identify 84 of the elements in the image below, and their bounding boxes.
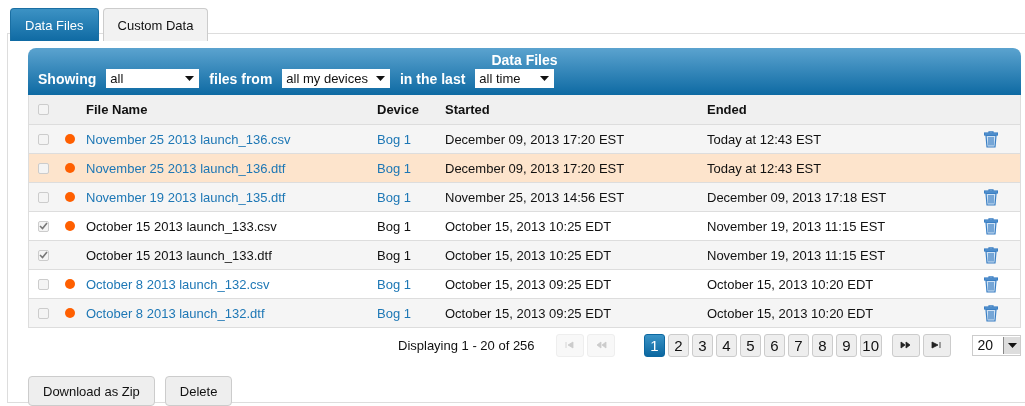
- table-cell-text: Today at 12:43 EST: [707, 160, 823, 176]
- table-cell-text: November 25, 2013 14:56 EST: [445, 189, 626, 205]
- page-button[interactable]: 10: [859, 333, 882, 357]
- device-link[interactable]: Bog 1: [377, 305, 445, 321]
- checkbox[interactable]: [38, 191, 49, 203]
- file-link[interactable]: October 8 2013 launch_132.dtf: [86, 305, 377, 321]
- checkbox[interactable]: [38, 278, 49, 290]
- last-page-button[interactable]: [923, 333, 952, 357]
- column-header: Device: [377, 102, 420, 117]
- table-row[interactable]: November 25 2013 launch_136.dtf Bog 1 December 09, 2013 17:20 EST Today at 12:43 EST: [29, 153, 1020, 182]
- column-header: File Name: [86, 102, 149, 117]
- table-cell-text: December 09, 2013 17:20 EST: [445, 160, 626, 176]
- panel-title: Data Files: [491, 52, 558, 68]
- checkbox[interactable]: [38, 220, 49, 232]
- page-button[interactable]: 3: [691, 333, 713, 357]
- page-size-dropdown[interactable]: 20: [972, 334, 1022, 356]
- table-cell-text: December 09, 2013 17:20 EST: [445, 131, 626, 147]
- device-link[interactable]: Bog 1: [377, 276, 445, 292]
- tab[interactable]: Data Files: [10, 8, 99, 41]
- page-button[interactable]: 8: [811, 333, 833, 357]
- table-row[interactable]: October 8 2013 launch_132.dtf Bog 1 October 15, 2013 09:25 EDT October 15, 2013 10:20 EDT: [29, 298, 1020, 327]
- trash-icon[interactable]: [984, 217, 998, 235]
- filter-label: files from: [209, 70, 273, 87]
- trash-icon[interactable]: [984, 188, 998, 206]
- caret-icon: [1007, 342, 1017, 348]
- caret-icon: [540, 76, 550, 81]
- file-name: October 15 2013 launch_133.csv: [86, 218, 278, 234]
- table-cell-text: October 15, 2013 09:25 EDT: [445, 305, 613, 321]
- filter-dropdown[interactable]: all my devices: [282, 69, 390, 88]
- table-row[interactable]: November 19 2013 launch_135.dtf Bog 1 November 25, 2013 14:56 EST December 09, 2013 17:18 EST: [29, 182, 1020, 211]
- page-button[interactable]: 7: [787, 333, 809, 357]
- trash-icon[interactable]: [984, 275, 998, 293]
- column-header: Ended: [707, 102, 748, 117]
- table-row[interactable]: October 15 2013 launch_133.dtf Bog 1 October 15, 2013 10:25 EDT November 19, 2013 11:15 EST: [29, 240, 1020, 269]
- trash-icon[interactable]: [984, 304, 998, 322]
- checkbox[interactable]: [38, 162, 49, 174]
- page-button[interactable]: 9: [835, 333, 857, 357]
- checkbox[interactable]: [38, 104, 49, 115]
- table-cell-text: Today at 12:43 EST: [707, 131, 823, 147]
- file-link[interactable]: November 25 2013 launch_136.dtf: [86, 160, 377, 176]
- trash-icon[interactable]: [984, 246, 998, 264]
- caret-icon: [185, 76, 195, 81]
- table-cell-text: October 15, 2013 10:20 EDT: [707, 305, 875, 321]
- filter-label: Showing: [38, 70, 97, 87]
- action-button[interactable]: Download as Zip: [28, 376, 155, 406]
- table-cell-text: October 15, 2013 10:20 EDT: [707, 276, 875, 292]
- skip-arrow-icon: [931, 341, 944, 349]
- device-link[interactable]: Bog 1: [377, 131, 445, 147]
- filter-dropdown[interactable]: all time: [475, 69, 555, 88]
- next-page-button[interactable]: [891, 333, 921, 357]
- device-link[interactable]: Bog 1: [377, 189, 445, 205]
- double-arrow-icon: [899, 341, 912, 349]
- device-name: Bog 1: [377, 247, 412, 263]
- table-cell-text: October 15, 2013 10:25 EDT: [445, 247, 613, 263]
- checkbox[interactable]: [38, 249, 49, 261]
- checkbox[interactable]: [38, 133, 49, 145]
- pagination-summary: Displaying 1 - 20 of 256: [398, 337, 535, 353]
- column-header: Started: [445, 102, 491, 117]
- action-button[interactable]: Delete: [164, 376, 233, 406]
- page-button[interactable]: 1: [643, 333, 665, 357]
- file-name: October 15 2013 launch_133.dtf: [86, 247, 273, 263]
- page-button[interactable]: 6: [763, 333, 785, 357]
- table-cell-text: November 19, 2013 11:15 EST: [707, 247, 887, 263]
- file-link[interactable]: October 8 2013 launch_132.csv: [86, 276, 377, 292]
- device-name: Bog 1: [377, 218, 412, 234]
- table-cell-text: December 09, 2013 17:18 EST: [707, 189, 888, 205]
- page-button[interactable]: 4: [715, 333, 737, 357]
- page-button[interactable]: 2: [667, 333, 689, 357]
- device-link[interactable]: Bog 1: [377, 160, 445, 176]
- table-row[interactable]: November 25 2013 launch_136.csv Bog 1 December 09, 2013 17:20 EST Today at 12:43 EST: [29, 124, 1020, 153]
- caret-icon: [376, 76, 385, 81]
- double-arrow-icon: [595, 341, 608, 349]
- skip-arrow-icon: [563, 341, 576, 349]
- table-cell-text: October 15, 2013 09:25 EDT: [445, 276, 613, 292]
- filter-label: in the last: [400, 70, 466, 87]
- trash-icon[interactable]: [984, 130, 998, 148]
- tab[interactable]: Custom Data: [102, 8, 209, 41]
- filter-dropdown[interactable]: all: [106, 69, 200, 88]
- file-link[interactable]: November 19 2013 launch_135.dtf: [86, 189, 377, 205]
- page-button[interactable]: 5: [739, 333, 761, 357]
- table-cell-text: November 19, 2013 11:15 EST: [707, 218, 887, 234]
- checkbox[interactable]: [38, 307, 49, 319]
- file-link[interactable]: November 25 2013 launch_136.csv: [86, 131, 377, 147]
- table-cell-text: October 15, 2013 10:25 EDT: [445, 218, 613, 234]
